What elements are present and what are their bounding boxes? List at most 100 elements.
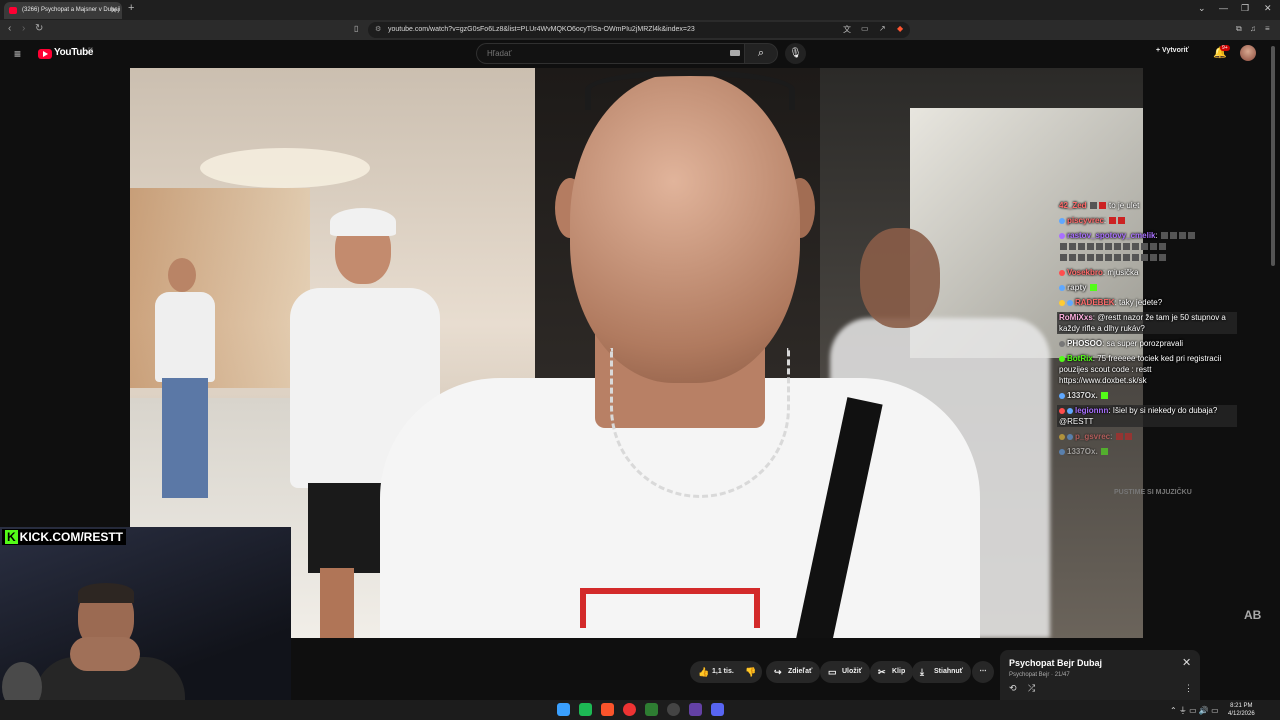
playlist-subtitle: Psychopat Bejr · 21/47	[1009, 672, 1070, 678]
back-icon[interactable]: ‹	[8, 23, 11, 34]
shuffle-icon[interactable]: ⤮	[1028, 683, 1035, 694]
system-tray-icons[interactable]: ⌃ ⏚ ▭ 🔊 ▭	[1170, 705, 1219, 716]
thumb-up-icon: 👍	[698, 667, 710, 677]
clip-button[interactable]: ✂ Klip	[870, 661, 914, 683]
kick-channel-label: K KICK.COM/RESTT	[2, 529, 127, 545]
create-button[interactable]: + Vytvoriť	[1156, 47, 1189, 54]
scissors-icon: ✂	[878, 667, 886, 677]
thumb-down-icon: 👎	[745, 667, 757, 677]
youtube-header: ≡ YouTube SK ⌕ 🎙 + Vytvoriť 🔔 9+	[0, 40, 1280, 68]
url-text: youtube.com/watch?v=gzG0sFo6Lz8&list=PLU…	[388, 26, 695, 33]
guide-menu-icon[interactable]: ≡	[14, 47, 21, 61]
region-code: SK	[88, 46, 94, 51]
download-button[interactable]: ⤓ Stiahnuť	[912, 661, 972, 683]
brave-browser-icon[interactable]	[601, 703, 614, 716]
search-input[interactable]	[476, 43, 744, 64]
maximize-button[interactable]: ❐	[1241, 3, 1249, 14]
playlist-more-icon[interactable]: ⋮	[1184, 683, 1193, 694]
chat-message: 42_Zed to je ulet	[1059, 201, 1140, 210]
clip-label: Klip	[892, 668, 906, 675]
kick-channel-url: KICK.COM/RESTT	[19, 530, 124, 544]
like-button[interactable]: 👍 1,1 tis.	[690, 661, 738, 683]
more-dots-icon: ⋯	[979, 668, 987, 675]
youtube-logo-icon[interactable]	[38, 49, 52, 59]
tab-search-icon[interactable]: ⌄	[1198, 3, 1206, 14]
minimize-button[interactable]: —	[1219, 3, 1228, 13]
video-main-person	[380, 68, 980, 638]
chat-message: Vosekbro: mjusička	[1057, 267, 1237, 278]
app-pin-icon[interactable]	[623, 703, 636, 716]
brave-shield-icon[interactable]: ◆	[897, 24, 903, 33]
clock-date: 4/12/2026	[1228, 711, 1255, 717]
os-taskbar: ⌃ ⏚ ▭ 🔊 ▭ 8:21 PM 4/12/2026	[0, 700, 1280, 720]
save-bookmark-icon: ▭	[828, 667, 837, 677]
streamer-webcam: K KICK.COM/RESTT	[0, 527, 291, 720]
browser-tab-bar: (3266) Psychopat a Majsner v Dubaji ✕ + …	[0, 0, 1280, 20]
save-button[interactable]: ▭ Uložiť	[820, 661, 871, 683]
notification-badge: 9+	[1220, 45, 1230, 51]
voice-search-mic-icon[interactable]: 🎙	[785, 43, 806, 64]
clock-time: 8:21 PM	[1230, 703, 1253, 709]
keyboard-icon[interactable]	[730, 50, 740, 56]
chat-footer-text: PUSTIME SI MJUZIČKU	[1114, 489, 1192, 496]
reload-icon[interactable]: ↻	[35, 23, 43, 34]
close-window-button[interactable]: ✕	[1264, 3, 1272, 14]
share-label: Zdieľať	[788, 668, 813, 675]
playlist-channel[interactable]: Psychopat Bejr	[1009, 672, 1049, 678]
chat-message: RoMiXxs: @restt nazor že tam je 50 stupn…	[1057, 312, 1237, 334]
new-tab-button[interactable]: +	[128, 2, 134, 14]
twitch-icon[interactable]	[689, 703, 702, 716]
video-scene-light	[200, 148, 370, 188]
chat-message: BotRix: 75 freeeee tociek ked pri regist…	[1059, 354, 1222, 385]
share-button[interactable]: ↪ Zdieľať	[766, 661, 821, 683]
chat-message: rastov_spotovy_cmelik:	[1057, 230, 1237, 263]
share-icon: ↪	[774, 667, 782, 677]
forward-icon[interactable]: ›	[22, 23, 25, 34]
chat-message: piscyvrec:	[1057, 215, 1237, 226]
youtube-favicon-icon	[9, 7, 17, 14]
browser-nav-bar: ‹ › ↻ ▯ ⚙ youtube.com/watch?v=gzG0sFo6Lz…	[0, 20, 1280, 40]
loop-icon[interactable]: ⟲	[1009, 683, 1017, 694]
xbox-icon[interactable]	[645, 703, 658, 716]
tab-title: (3266) Psychopat a Majsner v Dubaji	[22, 7, 121, 13]
search-button[interactable]: ⌕	[744, 43, 778, 64]
playlist-close-icon[interactable]: ✕	[1182, 656, 1191, 669]
video-watermark: AB	[1244, 608, 1262, 622]
discord-icon[interactable]	[711, 703, 724, 716]
tab-close-icon[interactable]: ✕	[110, 2, 117, 19]
bookmark-icon[interactable]: ▯	[354, 24, 358, 33]
menu-icon[interactable]: ≡	[1265, 24, 1270, 33]
site-info-icon[interactable]: ⚙	[375, 22, 381, 38]
download-label: Stiahnuť	[934, 668, 964, 675]
cast-icon[interactable]: ▭	[861, 24, 869, 33]
taskbar-clock[interactable]: 8:21 PM 4/12/2026	[1228, 702, 1255, 718]
kick-logo-icon: K	[5, 530, 18, 544]
download-icon: ⤓	[920, 667, 924, 677]
save-label: Uložiť	[842, 668, 863, 675]
dislike-button[interactable]: 👎	[738, 661, 762, 683]
playlist-title[interactable]: Psychopat Bejr Dubaj	[1009, 658, 1102, 668]
chat-message: 1337Ox.	[1057, 446, 1237, 457]
share-page-icon[interactable]: ↗	[879, 24, 886, 33]
translate-icon[interactable]: 文	[843, 24, 851, 35]
like-count: 1,1 tis.	[712, 668, 734, 675]
media-icon[interactable]: ♫	[1250, 24, 1256, 33]
account-avatar[interactable]	[1240, 45, 1256, 61]
chat-message: PHOSOO: sa super porozpravali	[1057, 338, 1237, 349]
chat-message: p_gsvrec:	[1057, 431, 1237, 442]
app-chrome-icon[interactable]	[667, 703, 680, 716]
start-windows-icon[interactable]	[557, 703, 570, 716]
streamer-hair	[78, 583, 134, 603]
app-green-icon[interactable]	[579, 703, 592, 716]
address-bar[interactable]: ⚙ youtube.com/watch?v=gzG0sFo6Lz8&list=P…	[368, 22, 910, 38]
create-label: Vytvoriť	[1162, 47, 1189, 54]
video-background-woman	[150, 258, 230, 538]
playlist-position: 21/47	[1054, 672, 1070, 678]
page-scrollbar[interactable]	[1271, 46, 1275, 266]
chat-message: rapty	[1057, 282, 1237, 293]
chat-message: RADEBEK: taky jedete?	[1057, 297, 1237, 308]
extensions-icon[interactable]: ⧉	[1236, 24, 1242, 34]
browser-tab[interactable]: (3266) Psychopat a Majsner v Dubaji ✕	[4, 2, 122, 19]
more-actions-button[interactable]: ⋯	[972, 661, 994, 683]
streamer-hands	[70, 637, 140, 671]
